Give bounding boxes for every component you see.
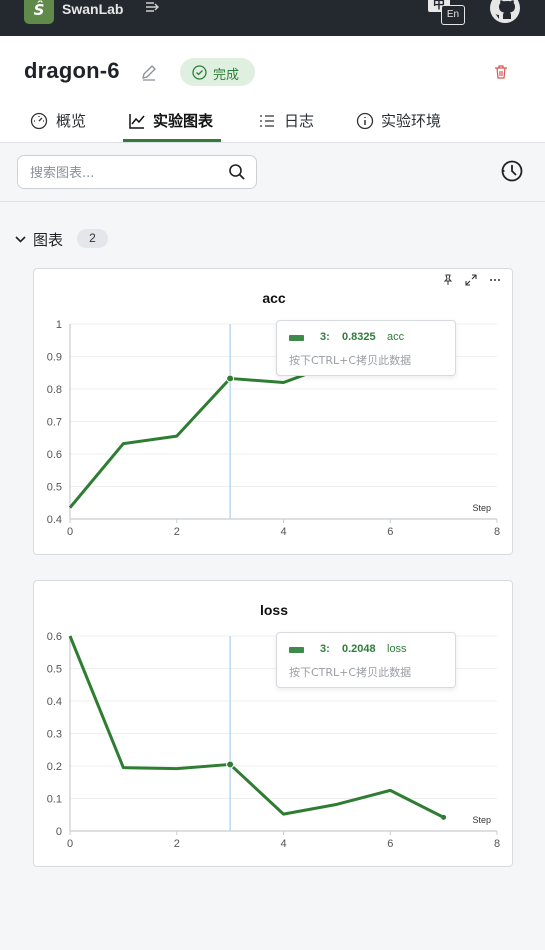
delete-trash-icon[interactable]: [493, 64, 509, 80]
check-circle-icon: [192, 65, 207, 80]
x-tick-label: 8: [494, 838, 500, 850]
x-tick-label: 0: [67, 526, 73, 538]
tooltip-copy-hint: 按下CTRL+C拷贝此数据: [289, 354, 412, 367]
x-tick-label: 0: [67, 838, 73, 850]
tab-label: 日志: [284, 112, 315, 130]
tab-overview[interactable]: 概览: [30, 110, 100, 142]
fullscreen-icon[interactable]: [465, 274, 477, 286]
series-swatch: [289, 647, 304, 653]
tooltip-series-name: acc: [387, 331, 405, 343]
x-tick-label: 8: [494, 526, 500, 538]
status-label: 完成: [213, 68, 240, 83]
x-tick-label: 2: [174, 526, 180, 538]
tooltip-series-name: loss: [387, 643, 407, 655]
hover-point: [226, 374, 235, 383]
y-tick-label: 0.1: [47, 794, 62, 806]
y-tick-label: 0.7: [47, 417, 62, 429]
pin-icon[interactable]: [442, 274, 454, 286]
chart-loss[interactable]: loss 0 0.1 0.2 0.3 0.4 0.5 0.6 0 2 4 6 8 Step: [34, 581, 514, 868]
search-box: [17, 155, 257, 189]
gauge-icon: [30, 112, 48, 130]
status-badge: 完成: [180, 58, 255, 86]
collapse-sidebar-icon[interactable]: [145, 1, 159, 17]
tooltip-value: 0.2048: [342, 643, 376, 655]
x-tick-label: 6: [387, 838, 393, 850]
y-tick-label: 1: [56, 319, 62, 331]
chart-tooltip: 3: 0.8325 acc 按下CTRL+C拷贝此数据: [276, 320, 456, 376]
y-tick-label: 0.6: [47, 449, 62, 461]
x-axis-label: Step: [472, 503, 491, 513]
x-tick-label: 6: [387, 526, 393, 538]
y-tick-label: 0.2: [47, 761, 62, 773]
x-tick-label: 2: [174, 838, 180, 850]
swanlab-logo-icon[interactable]: Ŝ: [24, 0, 54, 24]
y-tick-label: 0.6: [47, 631, 62, 643]
group-title[interactable]: 图表: [33, 229, 63, 250]
experiment-header: dragon-6 完成 概览 实验图表 日志 实验环境: [0, 36, 545, 143]
tooltip-step: 3:: [320, 643, 330, 655]
lang-en-label: En: [441, 5, 465, 25]
y-tick-label: 0: [56, 826, 62, 838]
x-axis-label: Step: [472, 815, 491, 825]
tooltip-value: 0.8325: [342, 331, 376, 343]
y-tick-label: 0.3: [47, 729, 62, 741]
tab-label: 实验图表: [153, 112, 214, 130]
end-point: [441, 814, 447, 820]
brand-name[interactable]: SwanLab: [62, 1, 123, 17]
chart-tools: [442, 274, 502, 290]
chart-title: acc: [262, 290, 286, 306]
y-tick-label: 0.4: [47, 696, 62, 708]
series-swatch: [289, 335, 304, 341]
group-count-badge: 2: [77, 229, 108, 248]
x-tick-label: 4: [280, 838, 286, 850]
chart-acc[interactable]: acc 0.4 0.5 0.6 0.7 0.8 0.9 1 0 2 4 6 8 Step: [34, 269, 514, 556]
y-tick-label: 0.5: [47, 664, 62, 676]
chart-card-acc: acc 0.4 0.5 0.6 0.7 0.8 0.9 1 0 2 4 6 8 Step 3: 0.832…: [33, 268, 513, 555]
y-tick-label: 0.5: [47, 482, 62, 494]
tooltip-step: 3:: [320, 331, 330, 343]
chevron-down-icon[interactable]: [14, 233, 27, 246]
x-tick-label: 4: [280, 526, 286, 538]
github-icon[interactable]: [489, 0, 521, 24]
chart-toolbar: [0, 143, 545, 202]
hover-point: [226, 760, 235, 769]
chart-card-loss: loss 0 0.1 0.2 0.3 0.4 0.5 0.6 0 2 4 6 8 Step 3: 0.20…: [33, 580, 513, 867]
tab-charts[interactable]: 实验图表: [129, 110, 224, 142]
experiment-title: dragon-6: [24, 58, 120, 83]
y-tick-label: 0.8: [47, 384, 62, 396]
tooltip-copy-hint: 按下CTRL+C拷贝此数据: [289, 666, 412, 679]
tab-label: 概览: [56, 112, 87, 130]
tab-label: 实验环境: [381, 112, 442, 130]
history-clock-icon[interactable]: [500, 159, 524, 183]
more-icon[interactable]: [489, 274, 501, 286]
info-icon: [356, 112, 374, 130]
y-tick-label: 0.4: [47, 514, 62, 526]
line-chart-icon: [129, 114, 145, 129]
edit-pencil-icon[interactable]: [140, 64, 158, 82]
language-switch-icon[interactable]: 中 En: [428, 0, 466, 26]
search-icon[interactable]: [228, 163, 246, 181]
y-tick-label: 0.9: [47, 352, 62, 364]
search-input[interactable]: [30, 163, 220, 183]
top-navbar: Ŝ SwanLab 中 En: [0, 0, 545, 36]
list-icon: [260, 115, 274, 127]
active-tab-indicator: [123, 139, 221, 142]
chart-title: loss: [260, 602, 288, 618]
tab-logs[interactable]: 日志: [259, 110, 319, 142]
tab-environment[interactable]: 实验环境: [356, 110, 451, 142]
chart-tooltip: 3: 0.2048 loss 按下CTRL+C拷贝此数据: [276, 632, 456, 688]
